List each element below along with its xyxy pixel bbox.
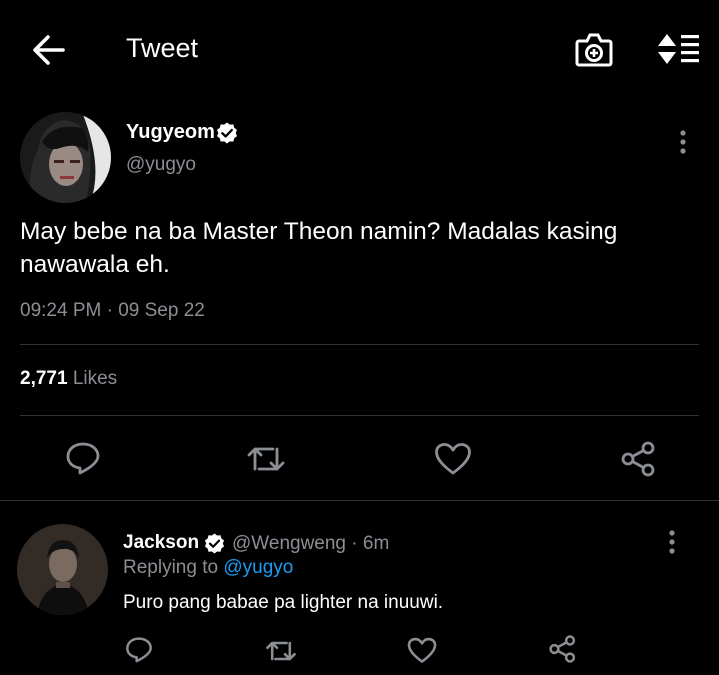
tweet-timestamp: 09:24 PM · 09 Sep 22	[20, 300, 205, 321]
replying-mention-link[interactable]: @yugyo	[223, 557, 293, 578]
avatar[interactable]	[20, 112, 111, 203]
avatar[interactable]	[17, 524, 108, 615]
page-title: Tweet	[126, 33, 199, 63]
divider	[0, 500, 719, 501]
divider	[20, 344, 699, 345]
likes-number: 2,771	[20, 368, 68, 389]
camera-plus-icon[interactable]	[575, 32, 613, 68]
reply-author-name[interactable]: Jackson	[123, 532, 199, 554]
like-icon[interactable]	[434, 442, 472, 476]
like-icon[interactable]	[407, 637, 437, 664]
reply-icon[interactable]	[65, 441, 101, 475]
reply-text: Puro pang babae pa lighter na inuuwi.	[123, 592, 444, 613]
more-vertical-icon[interactable]	[679, 130, 687, 154]
reply-icon[interactable]	[125, 636, 153, 663]
back-arrow-icon[interactable]	[30, 33, 66, 67]
replying-label: Replying to	[123, 557, 219, 578]
retweet-icon[interactable]	[265, 638, 297, 664]
sort-list-icon[interactable]	[655, 32, 701, 66]
tweet-text: May bebe na ba Master Theon namin? Madal…	[20, 218, 618, 278]
likes-label: Likes	[72, 368, 118, 389]
likes-count[interactable]: 2,771 Likes	[20, 368, 117, 390]
author-handle[interactable]: @yugyo	[126, 154, 196, 176]
reply-author-handle[interactable]: @Wengweng	[232, 533, 346, 554]
reply-meta: @Wengweng · 6m	[232, 533, 390, 554]
divider	[20, 415, 699, 416]
verified-badge-icon	[216, 122, 238, 144]
more-vertical-icon[interactable]	[668, 530, 676, 554]
reply-time: 6m	[362, 533, 390, 554]
replying-to: Replying to @yugyo	[123, 557, 293, 579]
author-name[interactable]: Yugyeom	[126, 121, 215, 144]
retweet-icon[interactable]	[246, 443, 286, 475]
share-icon[interactable]	[549, 635, 577, 663]
verified-badge-icon	[204, 533, 225, 554]
share-icon[interactable]	[621, 441, 657, 477]
